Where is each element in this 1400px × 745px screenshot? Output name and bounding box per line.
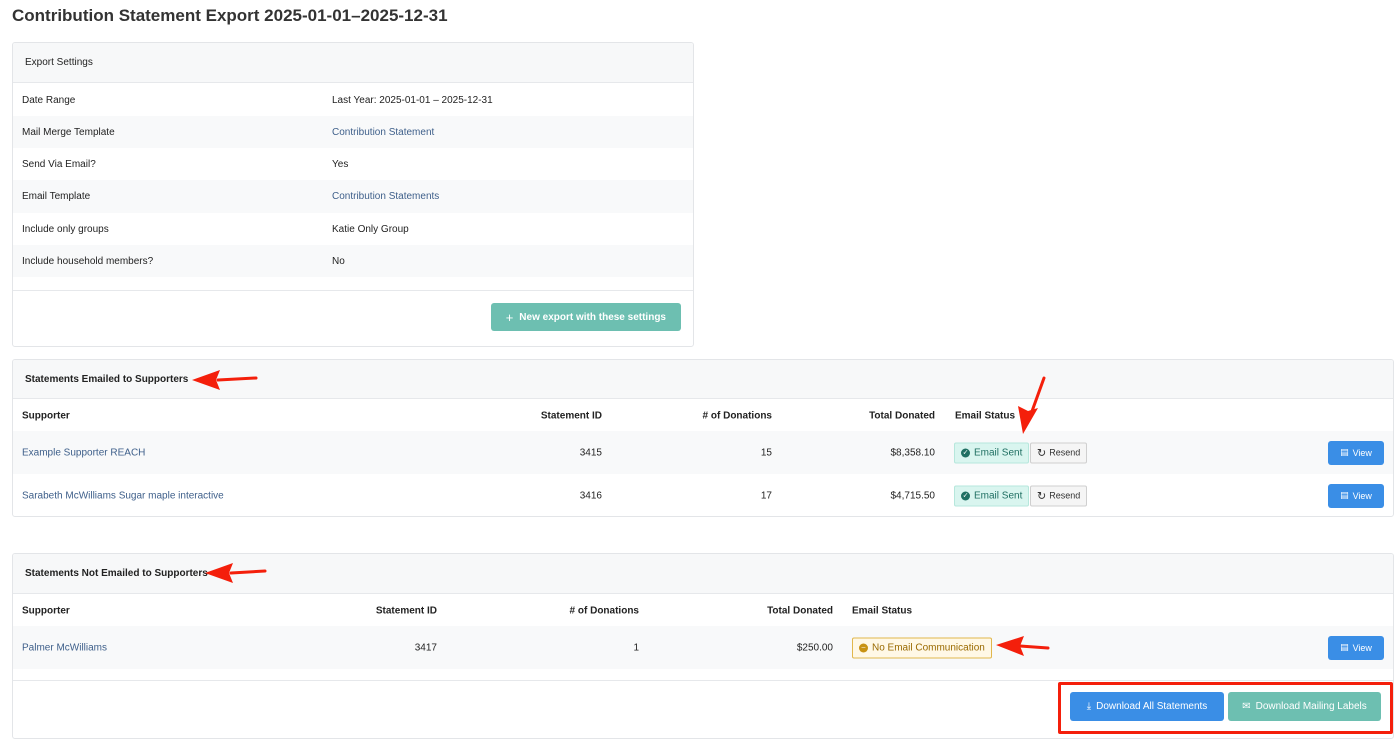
settings-footer: + New export with these settings [13,290,693,346]
settings-row-include-groups: Include only groups Katie Only Group [13,213,693,245]
col-supporter: Supporter [22,605,70,616]
email-status-badge: ✓ Email Sent [954,442,1030,463]
resend-label: Resend [1049,490,1081,501]
col-total-donated: Total Donated [767,605,833,616]
table-row: Sarabeth McWilliams Sugar maple interact… [13,474,1393,516]
arrow-annotation [203,559,269,587]
col-statement-id: Statement ID [375,605,437,616]
settings-label: Date Range [22,94,76,106]
file-icon: ▤ [1340,490,1349,500]
email-status-label: Email Sent [974,490,1023,501]
resend-label: Resend [1049,447,1081,458]
col-statement-id: Statement ID [540,410,602,421]
settings-row-send-via-email: Send Via Email? Yes [13,148,693,180]
plus-icon: + [505,309,514,325]
donation-count: 15 [760,447,772,458]
page-title: Contribution Statement Export 2025-01-01… [12,6,448,25]
arrow-annotation [190,366,260,394]
total-donated: $4,715.50 [890,490,936,501]
col-total-donated: Total Donated [869,410,935,421]
check-circle-icon: ✓ [961,448,970,457]
settings-value: Yes [332,158,349,170]
col-donations: # of Donations [569,605,639,616]
settings-label: Mail Merge Template [22,126,115,138]
settings-label: Include only groups [22,223,109,235]
supporter-link[interactable]: Example Supporter REACH [22,447,145,458]
donation-count: 17 [760,490,772,501]
check-circle-icon: ✓ [961,491,970,500]
settings-row-household-members: Include household members? No [13,245,693,277]
statement-id: 3416 [579,490,602,501]
settings-row-mail-merge-template: Mail Merge Template Contribution Stateme… [13,116,693,148]
supporter-link[interactable]: Palmer McWilliams [22,642,107,653]
table-row: Palmer McWilliams 3417 1 $250.00 – No Em… [13,626,1393,669]
email-status-label: Email Sent [974,447,1023,458]
email-status-badge: ✓ Email Sent [954,485,1030,506]
statement-id: 3415 [579,447,602,458]
view-button[interactable]: ▤ View [1328,483,1384,508]
view-label: View [1352,447,1372,458]
export-settings-panel: Export Settings Date Range Last Year: 20… [12,42,694,347]
view-label: View [1352,642,1372,653]
settings-value: Last Year: 2025-01-01 – 2025-12-31 [332,94,493,106]
table-header: Supporter Statement ID # of Donations To… [13,400,1393,431]
settings-row-email-template: Email Template Contribution Statements [13,180,693,213]
settings-label: Send Via Email? [22,158,96,170]
col-email-status: Email Status [852,605,913,616]
minus-circle-icon: – [859,643,868,652]
view-label: View [1352,490,1372,501]
supporter-link[interactable]: Sarabeth McWilliams Sugar maple interact… [22,490,224,501]
donation-count: 1 [633,642,639,653]
col-donations: # of Donations [702,410,772,421]
arrow-annotation [994,632,1052,660]
email-template-link[interactable]: Contribution Statements [332,191,439,202]
email-status-badge: – No Email Communication [852,637,992,658]
settings-label: Include household members? [22,255,154,267]
export-settings-header: Export Settings [13,43,693,83]
view-button[interactable]: ▤ View [1328,440,1384,465]
resend-button[interactable]: ↻ Resend [1030,442,1088,463]
settings-value: Katie Only Group [332,223,409,235]
col-email-status: Email Status [955,410,1016,421]
settings-value: No [332,255,345,267]
total-donated: $250.00 [796,642,833,653]
total-donated: $8,358.10 [890,447,936,458]
arrow-annotation [1014,374,1054,436]
file-icon: ▤ [1340,447,1349,457]
settings-label: Email Template [22,191,91,202]
file-icon: ▤ [1340,642,1349,652]
table-row: Example Supporter REACH 3415 15 $8,358.1… [13,431,1393,474]
statement-id: 3417 [414,642,437,653]
new-export-label: New export with these settings [519,311,666,323]
refresh-icon: ↻ [1037,490,1047,502]
refresh-icon: ↻ [1037,447,1047,459]
resend-button[interactable]: ↻ Resend [1030,485,1088,506]
mail-merge-template-link[interactable]: Contribution Statement [332,127,434,138]
highlight-box-annotation [1058,682,1393,734]
settings-row-date-range: Date Range Last Year: 2025-01-01 – 2025-… [13,84,693,116]
table-header: Supporter Statement ID # of Donations To… [13,595,1393,626]
email-status-label: No Email Communication [872,642,985,653]
view-button[interactable]: ▤ View [1328,635,1384,660]
col-supporter: Supporter [22,410,70,421]
new-export-button[interactable]: + New export with these settings [490,303,681,331]
